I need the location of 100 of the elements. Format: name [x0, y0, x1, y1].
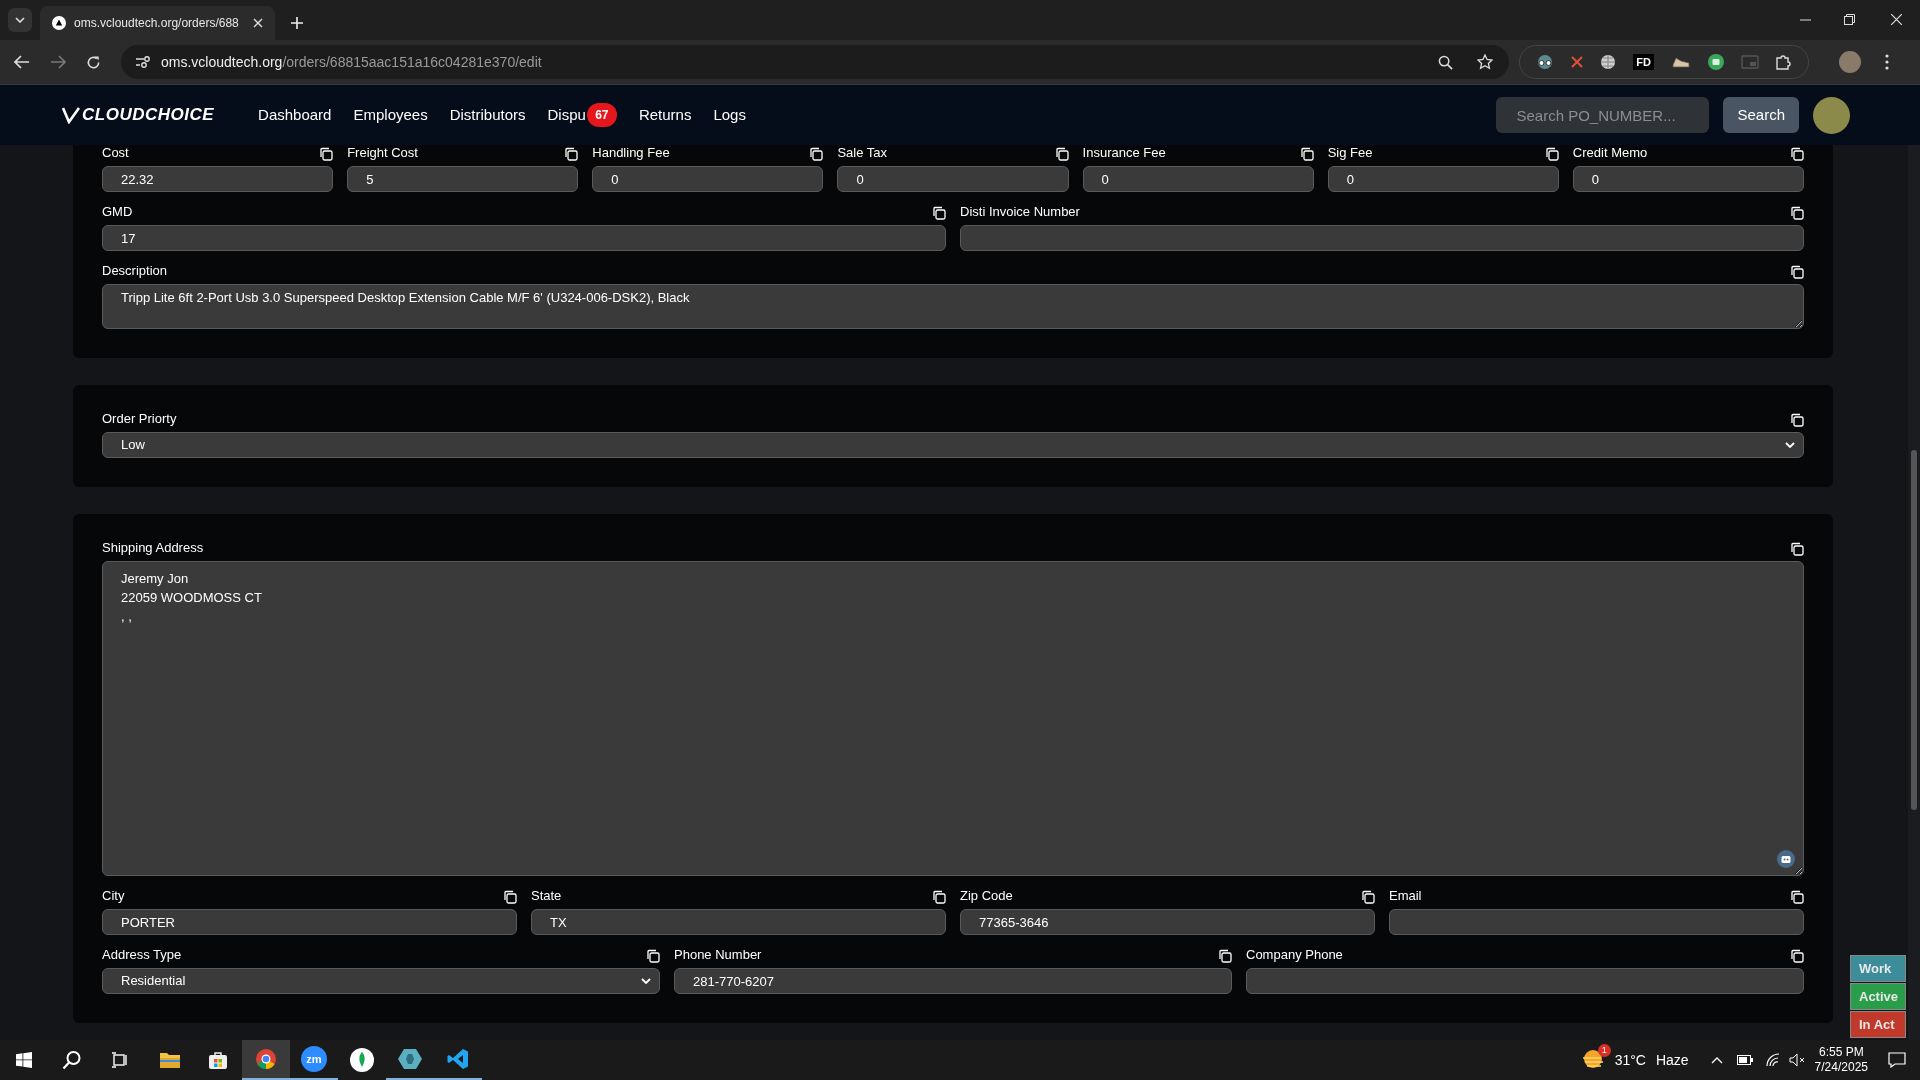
field-label: City	[102, 888, 125, 904]
input-field[interactable]: 22.32	[102, 166, 334, 192]
input-field[interactable]	[1389, 909, 1804, 935]
copy-icon[interactable]	[1299, 147, 1314, 161]
tab-search-button[interactable]	[8, 8, 32, 32]
input-field[interactable]: 0	[592, 166, 824, 192]
status-tab[interactable]: In Act	[1850, 1011, 1906, 1038]
caret-up-icon[interactable]	[1710, 1056, 1723, 1064]
notifications-icon[interactable]	[1888, 1052, 1906, 1068]
browser-button[interactable]	[242, 1040, 290, 1080]
cross-icon[interactable]	[1571, 56, 1584, 68]
input-field[interactable]: 5	[347, 166, 579, 192]
zoom-icon[interactable]	[1438, 54, 1453, 70]
volume-muted-icon[interactable]	[1788, 1053, 1805, 1067]
user-avatar[interactable]	[1813, 96, 1850, 134]
back-icon[interactable]	[14, 55, 30, 69]
copy-icon[interactable]	[1054, 147, 1069, 161]
field-label: Email	[1389, 888, 1422, 904]
extension-button[interactable]: FD	[1633, 54, 1654, 70]
text-area[interactable]: Jeremy Jon 22059 WOODMOSS CT , ,	[102, 561, 1804, 876]
wifi-icon[interactable]	[1764, 1053, 1781, 1067]
windows-icon	[16, 1052, 32, 1068]
nav-link[interactable]: Employees	[353, 103, 428, 127]
copy-icon[interactable]	[1790, 542, 1804, 556]
field-label: Order Priorty	[102, 411, 177, 427]
robot-icon[interactable]	[1777, 850, 1795, 868]
nav-link[interactable]: Returns	[638, 103, 692, 127]
robot-icon[interactable]	[1707, 54, 1724, 70]
input-field[interactable]: 0	[1327, 166, 1559, 192]
copy-icon[interactable]	[1790, 265, 1804, 279]
search-button[interactable]: Search	[1723, 97, 1799, 133]
glasses-icon[interactable]	[1536, 55, 1555, 69]
text-area[interactable]: Tripp Lite 6ft 2-Port Usb 3.0 Superspeed Desktop Extension Cable M/F 6' (U324-006-DSK2), Black	[102, 284, 1804, 329]
input-field[interactable]: 0	[1572, 166, 1804, 192]
new-tab-icon[interactable]	[291, 17, 303, 29]
chevron-down-icon	[15, 17, 25, 23]
folder-icon	[159, 1051, 181, 1069]
logo-text: CLOUDCHOICE	[82, 104, 215, 127]
leaf-icon	[350, 1048, 374, 1072]
code-editor-icon	[447, 1048, 469, 1070]
forward-icon[interactable]	[50, 55, 66, 69]
input-field[interactable]: 281-770-6207	[674, 968, 1232, 994]
copy-icon[interactable]	[1218, 949, 1232, 963]
copy-icon[interactable]	[1790, 413, 1804, 427]
input-field[interactable]: 0	[837, 166, 1069, 192]
nav-link[interactable]: Dashboard	[258, 103, 332, 127]
copy-icon[interactable]	[319, 147, 334, 161]
nav-link[interactable]: Logs	[713, 103, 746, 127]
copy-icon[interactable]	[809, 147, 824, 161]
scrollbar-thumb[interactable]	[1911, 450, 1917, 810]
star-icon[interactable]	[1477, 54, 1493, 70]
copy-icon[interactable]	[646, 949, 660, 963]
battery-icon[interactable]	[1736, 1055, 1753, 1065]
profile-avatar[interactable]	[1839, 51, 1861, 73]
date-text: 7/24/2025	[1814, 1060, 1868, 1075]
browser-tab[interactable]: oms.vcloudtech.org/orders/688	[40, 6, 275, 40]
copy-icon[interactable]	[1361, 890, 1375, 904]
input-field[interactable]	[960, 225, 1804, 251]
copy-icon[interactable]	[1790, 206, 1804, 220]
copy-icon[interactable]	[564, 147, 579, 161]
clock[interactable]: 6:55 PM 7/24/2025	[1814, 1045, 1868, 1075]
zoom-app-icon: zm	[301, 1046, 327, 1072]
nav-link[interactable]: Distributors	[449, 103, 526, 127]
input-field[interactable]: 17	[102, 225, 946, 251]
search-field[interactable]: Search PO_NUMBER...	[1496, 97, 1710, 133]
temperature-text: 31°C	[1614, 1050, 1646, 1070]
copy-icon[interactable]	[503, 890, 517, 904]
nav-link[interactable]: Dispu	[547, 103, 586, 127]
field-label: Sale Tax	[837, 145, 888, 161]
weather-icon	[1580, 1048, 1605, 1070]
chrome-icon	[255, 1048, 277, 1070]
search-icon	[62, 1050, 82, 1070]
copy-icon[interactable]	[1790, 949, 1804, 963]
close-icon[interactable]	[1891, 14, 1902, 25]
field-label: Address Type	[102, 947, 182, 963]
restore-icon[interactable]	[1844, 14, 1855, 25]
input-field[interactable]: PORTER	[102, 909, 517, 935]
puzzle-icon[interactable]	[1775, 54, 1792, 70]
input-field[interactable]: 77365-3646	[960, 909, 1375, 935]
tab-title: oms.vcloudtech.org/orders/688	[74, 15, 239, 32]
input-field[interactable]	[1246, 968, 1804, 994]
field-label: Handling Fee	[592, 145, 670, 161]
menu-icon[interactable]	[1885, 54, 1889, 70]
dropdown-field[interactable]: Low	[102, 432, 1804, 458]
input-field[interactable]: TX	[531, 909, 946, 935]
site-settings-icon[interactable]	[135, 55, 151, 69]
copy-icon[interactable]	[1790, 147, 1804, 161]
input-field[interactable]: 0	[1082, 166, 1314, 192]
dropdown-field[interactable]: Residential	[102, 968, 660, 994]
copy-icon[interactable]	[1544, 147, 1559, 161]
field-label: Description	[102, 263, 168, 279]
copy-icon[interactable]	[932, 206, 946, 220]
copy-icon[interactable]	[932, 890, 946, 904]
field-label: Insurance Fee	[1082, 145, 1166, 161]
globe-icon[interactable]	[1600, 54, 1617, 70]
reload-icon[interactable]	[86, 54, 101, 70]
address-bar[interactable]: oms.vcloudtech.org/orders/68815aac151a16c04281e370/edit	[121, 45, 1509, 79]
close-icon[interactable]	[253, 18, 263, 28]
weather-text: Haze	[1655, 1050, 1689, 1070]
copy-icon[interactable]	[1790, 890, 1804, 904]
